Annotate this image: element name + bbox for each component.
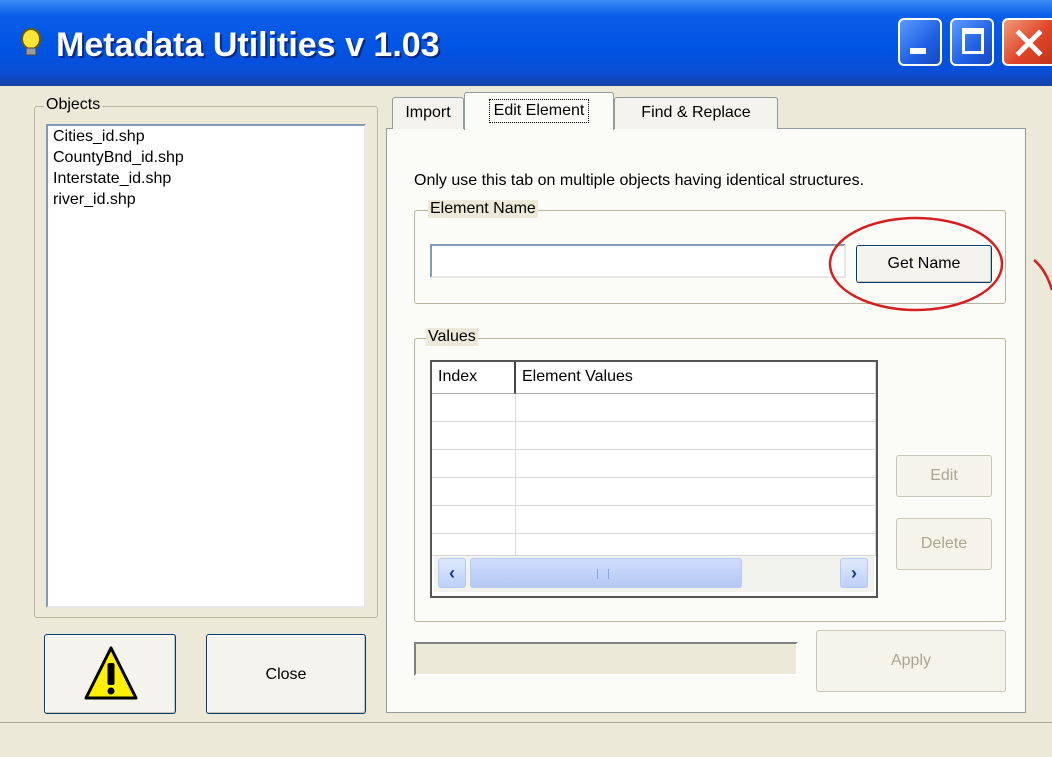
maximize-icon (962, 28, 984, 54)
grid-cell[interactable] (432, 506, 516, 534)
close-button[interactable]: Close (206, 634, 366, 714)
grid-cell[interactable] (432, 394, 516, 422)
grid-cell[interactable] (516, 394, 876, 422)
tab-import[interactable]: Import (392, 97, 464, 129)
chevron-right-icon: › (851, 563, 857, 583)
grid-cell[interactable] (432, 534, 516, 556)
grid-cell[interactable] (516, 478, 876, 506)
grip-icon (597, 569, 609, 579)
progress-bar (414, 642, 798, 676)
tab-edit-element-label: Edit Element (488, 99, 590, 123)
scroll-left-button[interactable]: ‹ (438, 558, 466, 588)
minimize-icon (910, 48, 926, 54)
element-name-field[interactable] (430, 244, 846, 278)
horizontal-scrollbar[interactable]: ‹ › (434, 556, 874, 592)
maximize-button[interactable] (950, 18, 994, 66)
instruction-text: Only use this tab on multiple objects ha… (414, 172, 865, 189)
objects-group-label: Objects (44, 96, 103, 114)
status-bar (0, 722, 1052, 757)
grid-cell[interactable] (516, 450, 876, 478)
close-icon (1015, 29, 1043, 57)
tab-find-replace[interactable]: Find & Replace (614, 97, 778, 129)
grid-cell[interactable] (432, 450, 516, 478)
values-label: Values (426, 328, 478, 346)
objects-listbox[interactable]: Cities_id.shp CountyBnd_id.shp Interstat… (46, 124, 366, 608)
grid-cell[interactable] (432, 422, 516, 450)
list-item[interactable]: Cities_id.shp (48, 126, 364, 147)
list-item[interactable]: CountyBnd_id.shp (48, 147, 364, 168)
delete-button[interactable]: Delete (896, 518, 992, 570)
grid-cell[interactable] (516, 534, 876, 556)
grid-cell[interactable] (432, 478, 516, 506)
grid-cell[interactable] (516, 422, 876, 450)
apply-button[interactable]: Apply (816, 630, 1006, 692)
chevron-left-icon: ‹ (449, 563, 455, 583)
column-header-element-values[interactable]: Element Values (516, 362, 876, 394)
window-title: Metadata Utilities v 1.03 (56, 26, 440, 64)
title-bar[interactable]: Metadata Utilities v 1.03 (0, 0, 1052, 86)
lightbulb-icon (20, 28, 42, 58)
grid-cell[interactable] (516, 506, 876, 534)
column-header-index[interactable]: Index (432, 362, 516, 394)
tab-edit-element[interactable]: Edit Element (464, 92, 614, 130)
scroll-thumb[interactable] (470, 558, 742, 588)
element-name-label: Element Name (428, 200, 538, 218)
warning-icon (84, 646, 138, 700)
list-item[interactable]: Interstate_id.shp (48, 168, 364, 189)
list-item[interactable]: river_id.shp (48, 189, 364, 210)
scroll-right-button[interactable]: › (840, 558, 868, 588)
edit-button[interactable]: Edit (896, 455, 992, 497)
highlight-circle-annotation (828, 216, 1052, 312)
warning-button[interactable] (44, 634, 176, 714)
values-grid[interactable]: Index Element Values ‹ › (430, 360, 878, 598)
close-window-button[interactable] (1002, 18, 1052, 66)
minimize-button[interactable] (898, 18, 942, 66)
